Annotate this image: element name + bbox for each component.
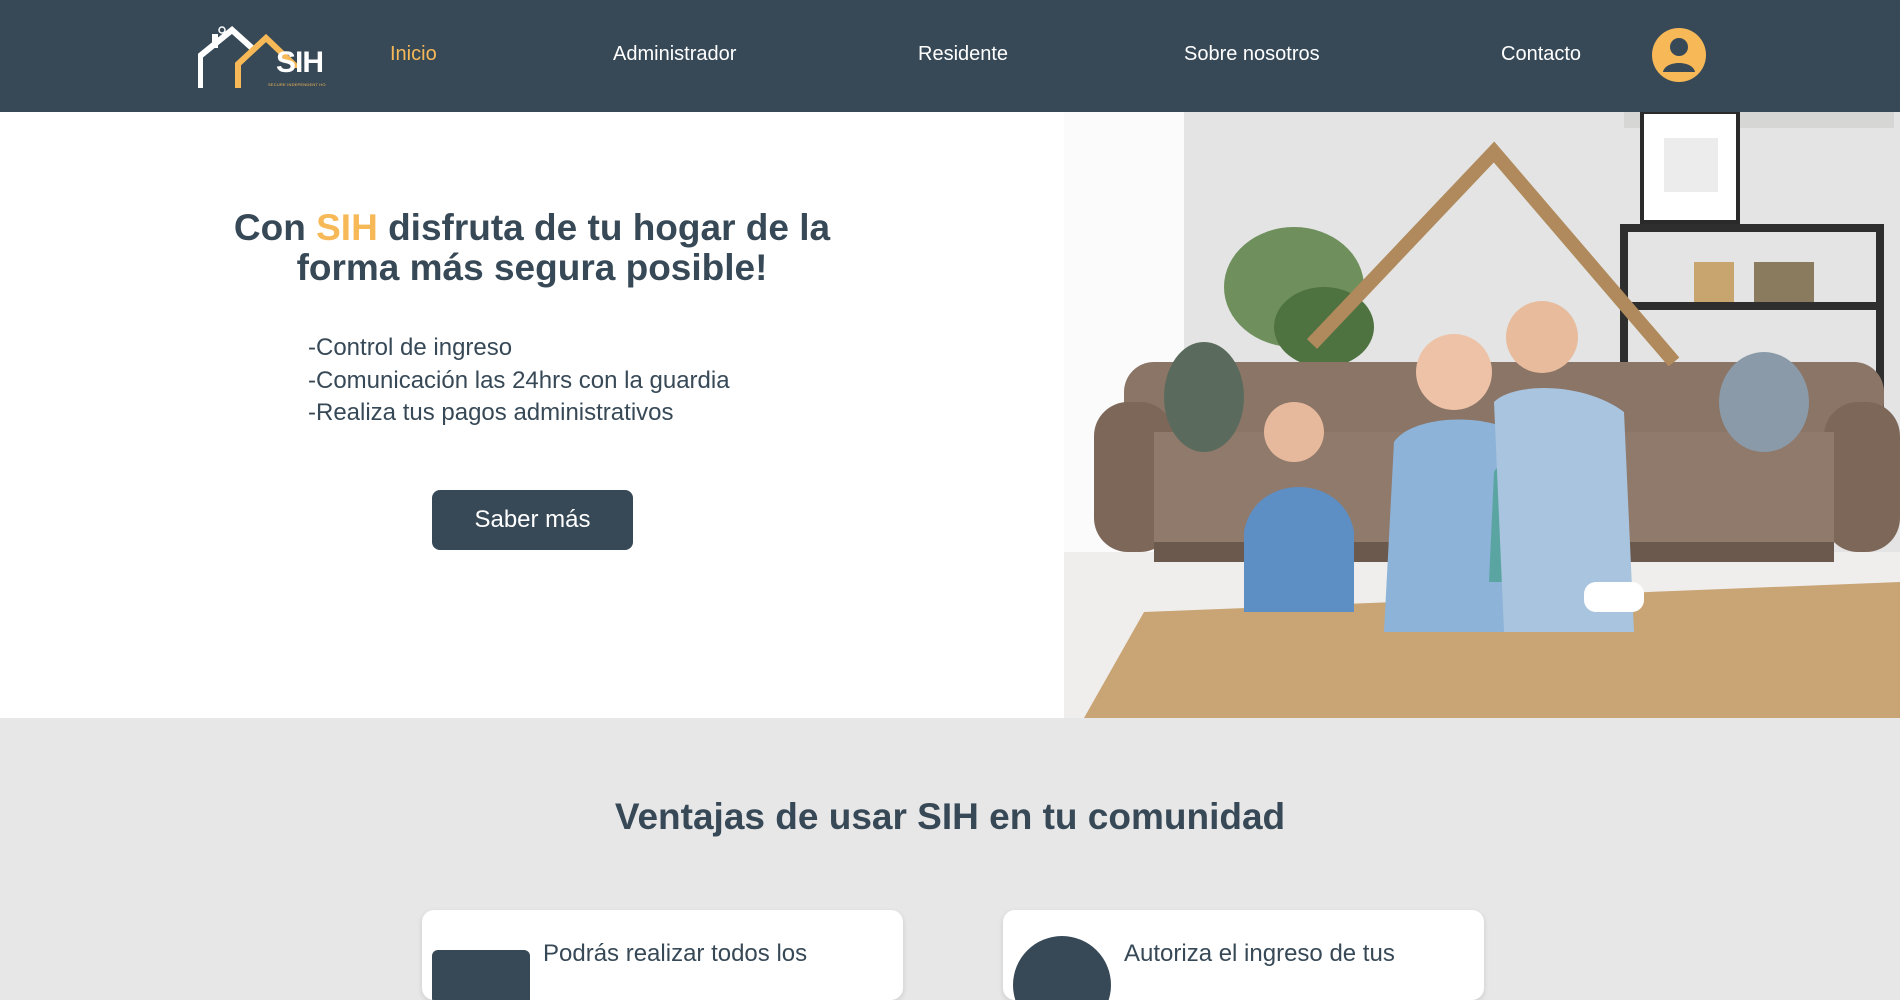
hero-section: Con SIH disfruta de tu hogar de la forma… <box>0 112 1064 718</box>
nav-link-administrador[interactable]: Administrador <box>613 43 736 66</box>
advantage-card-text: Podrás realizar todos los <box>543 940 808 967</box>
user-circle-icon <box>1663 38 1695 72</box>
hero-feature-list: -Control de ingreso -Comunicación las 24… <box>308 332 730 430</box>
nav-link-contacto[interactable]: Contacto <box>1501 43 1581 66</box>
hero-feature-item: -Comunicación las 24hrs con la guardia <box>308 366 730 394</box>
user-avatar-button[interactable] <box>1652 28 1706 82</box>
access-icon <box>1013 936 1111 1000</box>
hero-feature-item: -Control de ingreso <box>308 334 513 361</box>
advantage-card: Podrás realizar todos los <box>422 910 903 1000</box>
logo-text: SIH <box>276 46 324 79</box>
saber-mas-button[interactable]: Saber más <box>432 490 633 550</box>
payment-icon <box>432 950 530 1000</box>
nav-link-residente[interactable]: Residente <box>918 43 1008 66</box>
nav-link-sobre-nosotros[interactable]: Sobre nosotros <box>1184 43 1320 66</box>
family-photo-illustration <box>1064 112 1900 718</box>
navbar: SIH SECURE INDEPENDENT HOME Inicio Admin… <box>0 0 1900 112</box>
hero-title-brand: SIH <box>316 207 378 248</box>
hero-title: Con SIH disfruta de tu hogar de la forma… <box>233 207 831 288</box>
advantage-card-text: Autoriza el ingreso de tus <box>1124 940 1395 967</box>
advantage-card: Autoriza el ingreso de tus <box>1003 910 1484 1000</box>
nav-link-inicio[interactable]: Inicio <box>390 43 437 66</box>
hero-feature-item: -Realiza tus pagos administrativos <box>308 399 674 426</box>
advantages-title: Ventajas de usar SIH en tu comunidad <box>614 796 1286 837</box>
logo-subtitle: SECURE INDEPENDENT HOME <box>268 82 326 87</box>
hero-family-photo <box>1064 112 1900 718</box>
